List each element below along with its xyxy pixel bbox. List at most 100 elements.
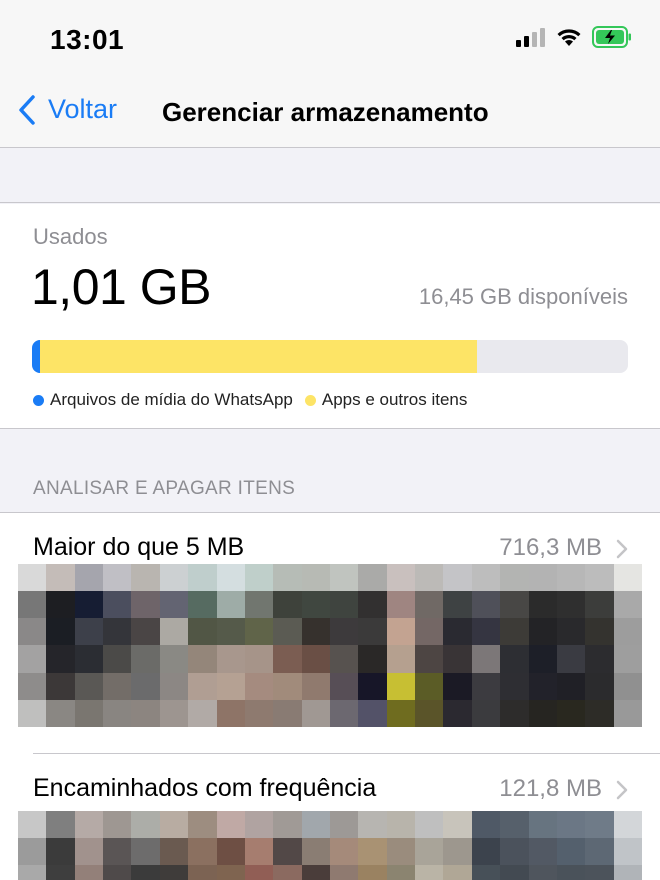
thumbnail-pixel	[244, 672, 274, 700]
thumbnail-pixel	[301, 865, 330, 880]
thumbnail-pixel	[585, 699, 614, 727]
thumbnail-pixel	[46, 838, 75, 865]
thumbnail-pixel	[585, 838, 614, 865]
thumbnail-pixel	[159, 591, 189, 619]
thumbnail-pixel	[471, 838, 501, 865]
thumbnail-pixel	[471, 564, 501, 592]
thumbnail-pixel	[471, 865, 501, 880]
storage-usage-card: Usados 1,01 GB 16,45 GB disponíveis Arqu…	[0, 204, 660, 429]
thumbnail-pixel	[131, 591, 160, 619]
thumbnail-pixel	[443, 564, 472, 592]
thumbnail-pixel	[103, 865, 132, 880]
thumbnail-pixel	[556, 645, 586, 673]
thumbnail-pixel	[613, 811, 642, 838]
media-thumbnail-strip[interactable]	[18, 811, 642, 880]
thumbnail-pixel	[188, 591, 217, 619]
thumbnail-pixel	[244, 811, 274, 838]
status-time: 13:01	[50, 24, 125, 55]
thumbnail-pixel	[386, 591, 416, 619]
list-item-larger-than-5mb[interactable]: Maior do que 5 MB 716,3 MB	[0, 513, 660, 753]
thumbnail-pixel	[585, 645, 614, 673]
section-spacer	[0, 148, 660, 203]
thumbnail-pixel	[500, 699, 529, 727]
thumbnail-pixel	[216, 838, 245, 865]
thumbnail-pixel	[273, 645, 302, 673]
thumbnail-pixel	[471, 618, 501, 646]
thumbnail-pixel	[415, 838, 444, 865]
thumbnail-pixel	[159, 645, 189, 673]
row-title: Encaminhados com frequência	[33, 774, 377, 802]
thumbnail-pixel	[131, 699, 160, 727]
thumbnail-pixel	[46, 672, 75, 700]
thumbnail-pixel	[46, 618, 75, 646]
thumbnail-pixel	[386, 645, 416, 673]
thumbnail-pixel	[471, 645, 501, 673]
thumbnail-pixel	[358, 672, 387, 700]
list-item-frequently-forwarded[interactable]: Encaminhados com frequência 121,8 MB	[0, 754, 660, 880]
thumbnail-pixel	[301, 645, 330, 673]
battery-charging-icon	[592, 26, 631, 48]
thumbnail-pixel	[613, 699, 642, 727]
available-space: 16,45 GB disponíveis	[418, 284, 628, 309]
row-title: Maior do que 5 MB	[33, 533, 245, 561]
back-button[interactable]: Voltar	[18, 94, 117, 125]
thumbnail-pixel	[273, 865, 302, 880]
thumbnail-pixel	[131, 564, 160, 592]
thumbnail-pixel	[329, 838, 359, 865]
thumbnail-pixel	[443, 811, 472, 838]
thumbnail-pixel	[358, 838, 387, 865]
thumbnail-pixel	[500, 865, 529, 880]
thumbnail-pixel	[301, 564, 330, 592]
thumbnail-pixel	[18, 564, 47, 592]
chevron-right-icon	[616, 780, 628, 800]
thumbnail-pixel	[188, 865, 217, 880]
thumbnail-pixel	[301, 618, 330, 646]
thumbnail-pixel	[244, 618, 274, 646]
thumbnail-pixel	[74, 591, 104, 619]
thumbnail-pixel	[244, 564, 274, 592]
thumbnail-pixel	[216, 865, 245, 880]
thumbnail-pixel	[74, 811, 104, 838]
thumbnail-pixel	[74, 865, 104, 880]
thumbnail-pixel	[329, 811, 359, 838]
thumbnail-pixel	[415, 618, 444, 646]
thumbnail-pixel	[273, 838, 302, 865]
thumbnail-pixel	[301, 699, 330, 727]
thumbnail-pixel	[585, 811, 614, 838]
thumbnail-pixel	[329, 564, 359, 592]
thumbnail-pixel	[528, 672, 557, 700]
thumbnail-pixel	[103, 699, 132, 727]
thumbnail-pixel	[188, 699, 217, 727]
thumbnail-pixel	[159, 564, 189, 592]
thumbnail-pixel	[613, 618, 642, 646]
thumbnail-pixel	[103, 838, 132, 865]
thumbnail-pixel	[273, 564, 302, 592]
thumbnail-pixel	[358, 564, 387, 592]
thumbnail-pixel	[188, 645, 217, 673]
thumbnail-pixel	[159, 618, 189, 646]
legend-dot-blue	[33, 394, 44, 406]
thumbnail-pixel	[386, 699, 416, 727]
thumbnail-pixel	[159, 838, 189, 865]
thumbnail-pixel	[188, 618, 217, 646]
thumbnail-pixel	[301, 672, 330, 700]
thumbnail-pixel	[159, 811, 189, 838]
thumbnail-pixel	[103, 672, 132, 700]
thumbnail-pixel	[443, 672, 472, 700]
thumbnail-pixel	[301, 838, 330, 865]
thumbnail-pixel	[216, 591, 245, 619]
thumbnail-pixel	[556, 699, 586, 727]
legend-dot-yellow	[304, 394, 316, 406]
thumbnail-pixel	[273, 672, 302, 700]
thumbnail-pixel	[585, 618, 614, 646]
thumbnail-pixel	[443, 645, 472, 673]
thumbnail-pixel	[500, 838, 529, 865]
thumbnail-pixel	[244, 645, 274, 673]
thumbnail-pixel	[18, 672, 47, 700]
thumbnail-pixel	[358, 699, 387, 727]
thumbnail-pixel	[74, 699, 104, 727]
thumbnail-pixel	[273, 618, 302, 646]
media-thumbnail-strip[interactable]	[18, 564, 642, 727]
legend-item-whatsapp-media: Arquivos de mídia do WhatsApp	[33, 390, 293, 410]
thumbnail-pixel	[556, 564, 586, 592]
